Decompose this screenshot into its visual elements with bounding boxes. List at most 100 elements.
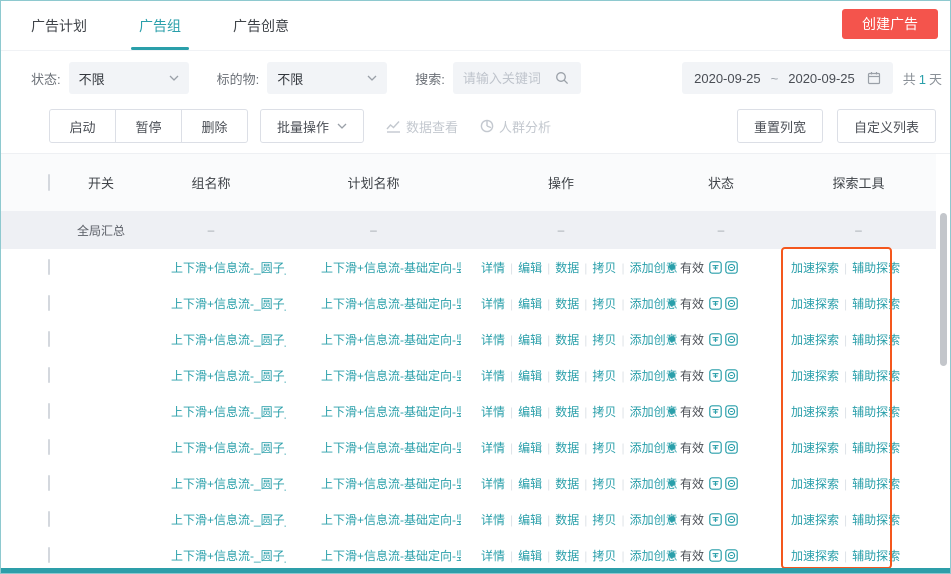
select-all-checkbox[interactable] bbox=[48, 174, 50, 191]
row-checkbox[interactable] bbox=[48, 259, 50, 275]
plan-name-link[interactable]: 上下滑+信息流-基础定向-竖... bbox=[286, 259, 461, 276]
reset-column-width-button[interactable]: 重置列宽 bbox=[736, 109, 823, 143]
start-button[interactable]: 启动 bbox=[49, 109, 116, 143]
group-name-link[interactable]: 上下滑+信息流-_圆子_-素造... bbox=[136, 259, 286, 276]
target-filter-select[interactable]: 不限 bbox=[267, 62, 388, 94]
plan-name-link[interactable]: 上下滑+信息流-基础定向-竖... bbox=[286, 295, 461, 312]
customize-list-button[interactable]: 自定义列表 bbox=[836, 109, 936, 143]
explore-link-0[interactable]: 加速探索 bbox=[791, 405, 839, 419]
explore-link-1[interactable]: 辅助探索 bbox=[852, 477, 900, 491]
status-filter-select[interactable]: 不限 bbox=[68, 62, 189, 94]
create-ad-button[interactable]: 创建广告 bbox=[842, 9, 938, 39]
action-link-2[interactable]: 数据 bbox=[555, 405, 579, 419]
action-link-3[interactable]: 拷贝 bbox=[592, 369, 616, 383]
plan-name-link[interactable]: 上下滑+信息流-基础定向-竖... bbox=[286, 331, 461, 348]
explore-link-0[interactable]: 加速探索 bbox=[791, 549, 839, 563]
audience-analysis-link[interactable]: 人群分析 bbox=[480, 117, 551, 136]
explore-link-1[interactable]: 辅助探索 bbox=[852, 513, 900, 527]
action-link-2[interactable]: 数据 bbox=[555, 297, 579, 311]
explore-link-1[interactable]: 辅助探索 bbox=[852, 297, 900, 311]
group-name-link[interactable]: 上下滑+信息流-_圆子_-素造... bbox=[136, 295, 286, 312]
group-name-link[interactable]: 上下滑+信息流-_圆子_-素造... bbox=[136, 511, 286, 528]
explore-link-0[interactable]: 加速探索 bbox=[791, 261, 839, 275]
action-link-1[interactable]: 编辑 bbox=[518, 369, 542, 383]
tab-ad-plan[interactable]: 广告计划 bbox=[31, 1, 87, 50]
explore-link-1[interactable]: 辅助探索 bbox=[852, 333, 900, 347]
action-link-0[interactable]: 详情 bbox=[481, 549, 505, 563]
plan-name-link[interactable]: 上下滑+信息流-基础定向-竖... bbox=[286, 475, 461, 492]
action-link-0[interactable]: 详情 bbox=[481, 333, 505, 347]
action-link-2[interactable]: 数据 bbox=[555, 333, 579, 347]
row-checkbox[interactable] bbox=[48, 511, 50, 527]
action-link-0[interactable]: 详情 bbox=[481, 513, 505, 527]
action-link-1[interactable]: 编辑 bbox=[518, 405, 542, 419]
plan-name-link[interactable]: 上下滑+信息流-基础定向-竖... bbox=[286, 547, 461, 564]
action-link-0[interactable]: 详情 bbox=[481, 261, 505, 275]
row-checkbox[interactable] bbox=[48, 295, 50, 311]
vertical-scrollbar-thumb[interactable] bbox=[940, 213, 947, 366]
action-link-3[interactable]: 拷贝 bbox=[592, 333, 616, 347]
action-link-3[interactable]: 拷贝 bbox=[592, 297, 616, 311]
explore-link-0[interactable]: 加速探索 bbox=[791, 477, 839, 491]
explore-link-0[interactable]: 加速探索 bbox=[791, 441, 839, 455]
explore-link-1[interactable]: 辅助探索 bbox=[852, 549, 900, 563]
action-link-1[interactable]: 编辑 bbox=[518, 261, 542, 275]
action-link-3[interactable]: 拷贝 bbox=[592, 441, 616, 455]
explore-link-1[interactable]: 辅助探索 bbox=[852, 441, 900, 455]
tab-ad-group[interactable]: 广告组 bbox=[139, 1, 181, 50]
action-link-3[interactable]: 拷贝 bbox=[592, 549, 616, 563]
action-link-2[interactable]: 数据 bbox=[555, 261, 579, 275]
row-checkbox[interactable] bbox=[48, 439, 50, 455]
row-checkbox[interactable] bbox=[48, 403, 50, 419]
explore-link-0[interactable]: 加速探索 bbox=[791, 297, 839, 311]
row-checkbox[interactable] bbox=[48, 475, 50, 491]
action-link-2[interactable]: 数据 bbox=[555, 549, 579, 563]
action-link-0[interactable]: 详情 bbox=[481, 477, 505, 491]
action-link-0[interactable]: 详情 bbox=[481, 369, 505, 383]
data-view-link[interactable]: 数据查看 bbox=[386, 117, 458, 136]
explore-link-1[interactable]: 辅助探索 bbox=[852, 369, 900, 383]
action-link-1[interactable]: 编辑 bbox=[518, 333, 542, 347]
plan-name-link[interactable]: 上下滑+信息流-基础定向-竖... bbox=[286, 439, 461, 456]
action-link-2[interactable]: 数据 bbox=[555, 441, 579, 455]
action-link-1[interactable]: 编辑 bbox=[518, 549, 542, 563]
action-link-1[interactable]: 编辑 bbox=[518, 297, 542, 311]
plan-name-link[interactable]: 上下滑+信息流-基础定向-竖... bbox=[286, 511, 461, 528]
group-name-link[interactable]: 上下滑+信息流-_圆子_-素造... bbox=[136, 403, 286, 420]
plan-name-link[interactable]: 上下滑+信息流-基础定向-竖... bbox=[286, 403, 461, 420]
group-name-link[interactable]: 上下滑+信息流-_圆子_-素造... bbox=[136, 331, 286, 348]
row-checkbox[interactable] bbox=[48, 331, 50, 347]
explore-link-1[interactable]: 辅助探索 bbox=[852, 261, 900, 275]
batch-operations-dropdown[interactable]: 批量操作 bbox=[260, 109, 365, 143]
explore-link-0[interactable]: 加速探索 bbox=[791, 369, 839, 383]
action-link-2[interactable]: 数据 bbox=[555, 369, 579, 383]
row-checkbox[interactable] bbox=[48, 547, 50, 563]
action-link-1[interactable]: 编辑 bbox=[518, 513, 542, 527]
action-link-3[interactable]: 拷贝 bbox=[592, 405, 616, 419]
search-icon[interactable] bbox=[555, 71, 569, 85]
action-link-2[interactable]: 数据 bbox=[555, 513, 579, 527]
explore-link-1[interactable]: 辅助探索 bbox=[852, 405, 900, 419]
action-link-1[interactable]: 编辑 bbox=[518, 477, 542, 491]
action-link-0[interactable]: 详情 bbox=[481, 405, 505, 419]
group-name-link[interactable]: 上下滑+信息流-_圆子_-素造... bbox=[136, 367, 286, 384]
group-name-link[interactable]: 上下滑+信息流-_圆子_-素造... bbox=[136, 547, 286, 564]
row-checkbox[interactable] bbox=[48, 367, 50, 383]
explore-link-0[interactable]: 加速探索 bbox=[791, 513, 839, 527]
action-link-3[interactable]: 拷贝 bbox=[592, 261, 616, 275]
search-input[interactable] bbox=[462, 70, 555, 86]
action-link-3[interactable]: 拷贝 bbox=[592, 477, 616, 491]
action-link-2[interactable]: 数据 bbox=[555, 477, 579, 491]
action-link-1[interactable]: 编辑 bbox=[518, 441, 542, 455]
delete-button[interactable]: 删除 bbox=[181, 109, 248, 143]
pause-button[interactable]: 暂停 bbox=[115, 109, 182, 143]
plan-name-link[interactable]: 上下滑+信息流-基础定向-竖... bbox=[286, 367, 461, 384]
action-link-0[interactable]: 详情 bbox=[481, 297, 505, 311]
group-name-link[interactable]: 上下滑+信息流-_圆子_-素造... bbox=[136, 475, 286, 492]
explore-link-0[interactable]: 加速探索 bbox=[791, 333, 839, 347]
group-name-link[interactable]: 上下滑+信息流-_圆子_-素造... bbox=[136, 439, 286, 456]
action-link-3[interactable]: 拷贝 bbox=[592, 513, 616, 527]
date-range-picker[interactable]: 2020-09-25 ~ 2020-09-25 bbox=[682, 62, 893, 94]
action-link-0[interactable]: 详情 bbox=[481, 441, 505, 455]
tab-ad-creative[interactable]: 广告创意 bbox=[233, 1, 289, 50]
